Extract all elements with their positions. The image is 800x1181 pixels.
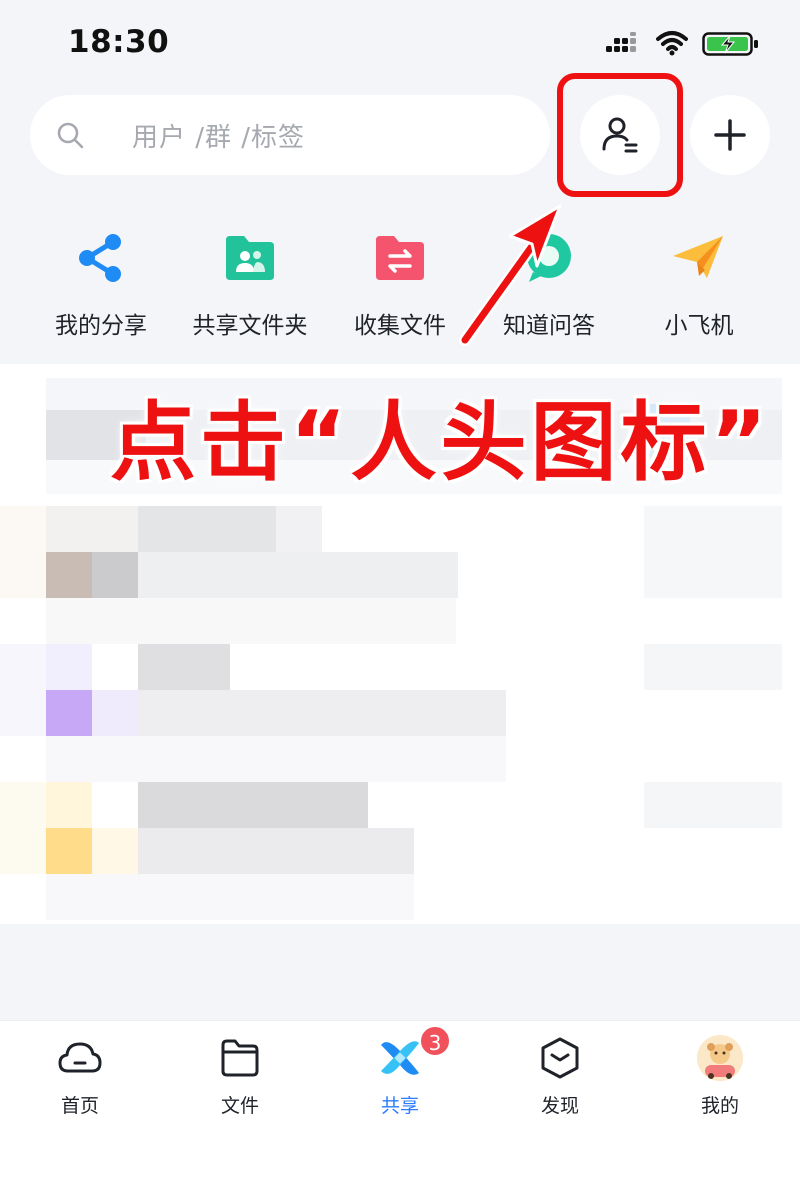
blurred-row bbox=[138, 506, 276, 552]
blurred-row bbox=[46, 782, 92, 828]
blurred-row bbox=[92, 552, 138, 598]
tab-home[interactable]: 首页 bbox=[0, 1035, 160, 1118]
quick-action-label: 收集文件 bbox=[354, 313, 446, 339]
signal-icon bbox=[606, 32, 636, 52]
folder-icon bbox=[221, 1039, 259, 1077]
quick-action-label: 共享文件夹 bbox=[192, 313, 308, 339]
blurred-row bbox=[138, 552, 458, 598]
share-icon bbox=[79, 234, 121, 282]
search-icon bbox=[57, 122, 84, 149]
quick-action-shared-folder[interactable]: 共享文件夹 bbox=[175, 222, 325, 340]
highlight-box bbox=[557, 73, 683, 197]
cloud-home-icon bbox=[58, 1042, 102, 1073]
blurred-row bbox=[46, 644, 92, 690]
battery-icon bbox=[702, 32, 758, 56]
blurred-row bbox=[138, 690, 506, 736]
tab-discover[interactable]: 发现 bbox=[480, 1035, 640, 1118]
quick-action-qa[interactable]: 知道问答 bbox=[474, 222, 624, 340]
blurred-row bbox=[46, 506, 138, 552]
blurred-row bbox=[276, 506, 322, 552]
tab-label: 文件 bbox=[220, 1095, 259, 1117]
blurred-row bbox=[0, 506, 46, 598]
quick-action-my-share[interactable]: 我的分享 bbox=[26, 222, 176, 340]
blurred-row bbox=[46, 690, 92, 736]
quick-action-label: 小飞机 bbox=[664, 313, 734, 339]
blurred-row bbox=[92, 828, 138, 874]
tab-label: 共享 bbox=[380, 1095, 419, 1117]
blurred-row bbox=[46, 736, 506, 782]
annotation-text: 点击“人头图标” bbox=[110, 393, 772, 493]
blurred-row bbox=[138, 782, 368, 828]
discover-box-icon bbox=[541, 1037, 579, 1079]
avatar bbox=[697, 1035, 743, 1081]
status-time: 18:30 bbox=[68, 24, 170, 60]
quick-action-paper-plane[interactable]: 小飞机 bbox=[624, 222, 774, 340]
status-bar: 18:30 bbox=[0, 0, 800, 86]
share-badge: 3 bbox=[419, 1025, 451, 1057]
quick-action-label: 知道问答 bbox=[503, 313, 595, 339]
blurred-row bbox=[0, 644, 46, 736]
tab-label: 我的 bbox=[700, 1095, 739, 1117]
quick-action-label: 我的分享 bbox=[55, 313, 147, 339]
search-placeholder: 用户 /群 /标签 bbox=[132, 123, 306, 153]
shared-folder-icon bbox=[226, 236, 274, 280]
tab-label: 发现 bbox=[540, 1095, 579, 1117]
blurred-row bbox=[644, 506, 782, 598]
blurred-row bbox=[46, 874, 414, 920]
tab-bar: 首页 文件 共享 发现 我的 bbox=[0, 1020, 800, 1181]
wifi-icon bbox=[656, 31, 688, 56]
blurred-row bbox=[46, 828, 92, 874]
add-button[interactable] bbox=[690, 95, 770, 175]
collect-folder-icon bbox=[376, 236, 424, 280]
blurred-row bbox=[46, 552, 92, 598]
quick-action-collect-files[interactable]: 收集文件 bbox=[325, 222, 475, 340]
tab-mine[interactable]: 我的 bbox=[640, 1035, 800, 1118]
blurred-row bbox=[0, 782, 46, 874]
plus-icon bbox=[714, 119, 746, 151]
search-input[interactable]: 用户 /群 /标签 bbox=[30, 95, 550, 175]
qa-chat-icon bbox=[527, 234, 571, 282]
tab-share[interactable]: 共享 bbox=[320, 1035, 480, 1118]
tab-label: 首页 bbox=[60, 1095, 99, 1117]
blurred-row bbox=[92, 690, 138, 736]
blurred-row bbox=[138, 644, 230, 690]
paper-plane-icon bbox=[673, 236, 723, 278]
tab-files[interactable]: 文件 bbox=[160, 1035, 320, 1118]
blurred-row bbox=[644, 644, 782, 690]
blurred-row bbox=[138, 828, 414, 874]
quick-actions: 我的分享 共享文件夹 收集文件 知道问答 小飞机 bbox=[0, 222, 800, 352]
blurred-row bbox=[46, 598, 456, 644]
status-icons bbox=[560, 30, 760, 58]
blurred-row bbox=[644, 782, 782, 828]
share-logo-icon bbox=[381, 1041, 419, 1075]
